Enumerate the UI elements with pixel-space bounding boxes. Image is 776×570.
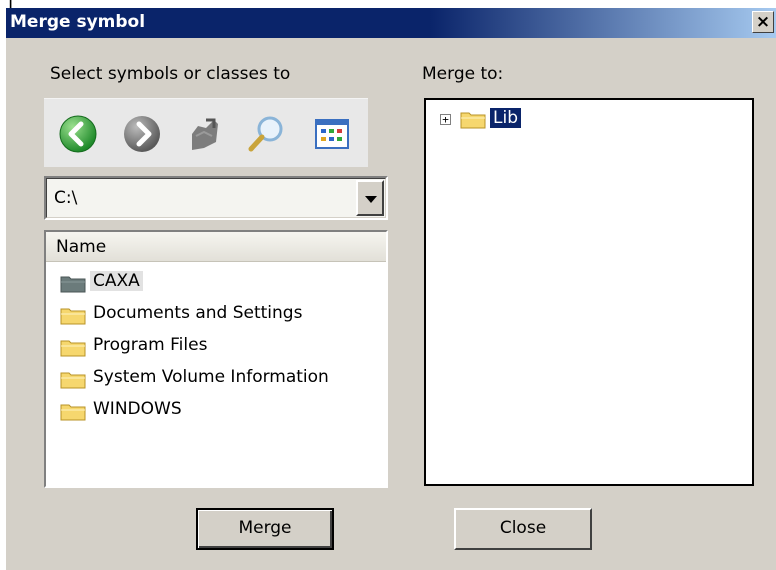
forward-arrow-icon — [124, 116, 160, 152]
tree-node-label: Lib — [490, 108, 521, 128]
merge-button[interactable]: Merge — [196, 508, 334, 550]
up-folder-button[interactable] — [184, 114, 224, 154]
views-button[interactable] — [312, 114, 352, 154]
list-item[interactable]: Documents and Settings — [60, 300, 380, 328]
title-bar: Merge symbol × — [6, 8, 776, 38]
list-item[interactable]: Program Files — [60, 332, 380, 360]
path-value: C:\ — [54, 188, 78, 208]
folder-icon — [60, 276, 86, 293]
tree-node-lib[interactable]: + Lib — [440, 108, 640, 132]
list-item-label: CAXA — [90, 271, 143, 291]
close-icon[interactable]: × — [752, 11, 774, 33]
merge-target-tree[interactable]: + Lib — [424, 98, 754, 486]
folder-icon — [60, 340, 86, 357]
merge-symbol-dialog: Merge symbol × Select symbols or classes… — [6, 8, 776, 570]
list-item-label: Program Files — [93, 335, 208, 355]
list-item[interactable]: CAXA — [60, 268, 380, 296]
column-header-name[interactable]: Name — [46, 232, 386, 262]
chevron-down-icon[interactable] — [356, 180, 384, 216]
search-icon — [248, 116, 283, 152]
search-button[interactable] — [246, 114, 286, 154]
close-button[interactable]: Close — [454, 508, 592, 550]
expand-plus-icon[interactable]: + — [440, 114, 451, 125]
up-folder-icon — [192, 118, 218, 150]
forward-button[interactable] — [122, 114, 162, 154]
folder-icon — [60, 404, 86, 421]
path-combobox[interactable]: C:\ — [44, 176, 388, 220]
list-item[interactable]: System Volume Information — [60, 364, 380, 392]
dialog-title: Merge symbol — [10, 12, 146, 32]
list-item-label: Documents and Settings — [93, 303, 303, 323]
list-item[interactable]: WINDOWS — [60, 396, 380, 424]
back-arrow-icon — [59, 115, 97, 153]
folder-icon — [60, 372, 86, 389]
select-symbols-label: Select symbols or classes to — [50, 64, 291, 84]
file-list[interactable]: Name CAXA Documents and Settings Program F… — [44, 230, 388, 488]
merge-to-label: Merge to: — [422, 64, 504, 84]
navigation-toolbar — [44, 98, 368, 167]
back-button[interactable] — [58, 114, 98, 154]
folder-icon — [460, 112, 486, 129]
list-item-label: WINDOWS — [93, 399, 182, 419]
folder-icon — [60, 308, 86, 325]
view-grid-icon — [315, 119, 349, 149]
list-item-label: System Volume Information — [93, 367, 329, 387]
